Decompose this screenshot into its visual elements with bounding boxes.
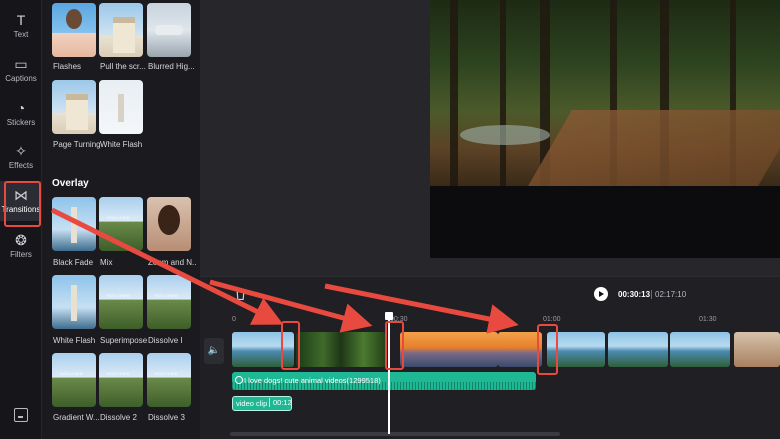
text-clip[interactable]: video clip 00:12 (232, 396, 292, 411)
video-clip-sunset[interactable] (400, 332, 498, 367)
audio-clip-label: I love dogs! cute animal videos(1299518) (244, 376, 381, 385)
tile-label: Dissolve I (148, 336, 183, 345)
filters-icon: ❂ (15, 232, 27, 248)
video-clip-sunset-2[interactable] (498, 332, 542, 367)
tile-label: Dissolve 3 (148, 413, 185, 422)
volume-icon[interactable]: 🔈 (204, 338, 224, 364)
tile-label: Dissolve 2 (100, 413, 137, 422)
video-clip-sea-3[interactable] (608, 332, 668, 367)
tile-label: Blurred Hig... (148, 62, 195, 71)
transition-tile-black-fade[interactable] (52, 197, 96, 251)
rail-item-label: Captions (5, 74, 37, 83)
rail-item-effects[interactable]: ✧ Effects (0, 137, 42, 177)
transitions-panel: Flashes Pull the scr... Blurred Hig... P… (42, 0, 200, 439)
transition-tile-superimpose[interactable] (99, 275, 143, 329)
video-preview[interactable] (430, 0, 780, 258)
current-time: 00:30:13 (618, 290, 651, 299)
tile-label: Flashes (53, 62, 82, 71)
rail-item-stickers[interactable]: ◔ Stickers (0, 94, 42, 134)
transition-tile-white-flash-overlay[interactable] (52, 275, 96, 329)
transition-tile-zoom[interactable] (147, 197, 191, 251)
rail-item-captions[interactable]: ▭ Captions (0, 50, 42, 90)
rail-item-label: Stickers (6, 118, 36, 127)
captions-icon: ▭ (14, 56, 28, 72)
tile-label: White Flash (100, 140, 143, 149)
rail-item-label: Effects (8, 161, 34, 170)
text-clip-label: video clip (236, 399, 268, 408)
transition-tile-dissolve-3[interactable] (147, 353, 191, 407)
tile-label: Zoom and N... (148, 258, 196, 267)
ruler-tick-label: 01:00 (543, 316, 561, 323)
text-clip-duration: 00:12 (269, 398, 292, 407)
play-button[interactable] (594, 287, 608, 301)
transition-tile-pull[interactable] (99, 3, 143, 57)
highlight-transition-slot-2 (385, 321, 404, 370)
keyboard-shortcut-icon[interactable] (14, 408, 28, 422)
timeline-scrollbar[interactable] (230, 432, 560, 436)
transition-tile-mix[interactable] (99, 197, 143, 251)
transition-tile-page-turning[interactable] (52, 80, 96, 134)
rail-item-label: Filters (10, 250, 32, 259)
video-clip-dog[interactable] (734, 332, 780, 367)
highlight-transitions (4, 181, 41, 227)
video-clip-forest[interactable] (296, 332, 386, 367)
rail-item-text[interactable]: T Text (0, 6, 42, 46)
rail-item-filters[interactable]: ❂ Filters (0, 226, 42, 266)
transition-tile-dissolve-2[interactable] (99, 353, 143, 407)
ruler-tick-label: 0 (232, 316, 236, 323)
total-time: 02:17:10 (655, 290, 687, 299)
stickers-icon: ◔ (16, 100, 26, 116)
highlight-transition-slot-3 (537, 324, 558, 375)
audio-icon (235, 376, 243, 384)
rail-item-label: Text (13, 30, 29, 39)
transition-tile-white-flash[interactable] (99, 80, 143, 134)
effects-icon: ✧ (15, 143, 27, 159)
tile-label: Mix (100, 258, 113, 267)
tile-label: Black Fade (53, 258, 94, 267)
tile-label: White Flash (53, 336, 96, 345)
preview-frame (430, 0, 780, 186)
tile-label: Superimpose (100, 336, 148, 345)
section-title-overlay: Overlay (52, 178, 89, 189)
ruler-tick-label: 01:30 (699, 316, 717, 323)
time-divider (651, 290, 652, 299)
tile-label: Pull the scr... (100, 62, 146, 71)
tile-label: Page Turning (53, 140, 101, 149)
transition-tile-flashes[interactable] (52, 3, 96, 57)
trash-icon[interactable] (235, 288, 246, 300)
highlight-transition-slot-1 (281, 321, 300, 370)
transition-tile-gradient[interactable] (52, 353, 96, 407)
transition-tile-dissolve-1[interactable] (147, 275, 191, 329)
audio-clip[interactable]: I love dogs! cute animal videos(1299518) (232, 372, 536, 390)
tile-label: Gradient W... (53, 413, 100, 422)
transition-tile-blurred[interactable] (147, 3, 191, 57)
text-icon: T (16, 12, 26, 28)
video-clip-sea-4[interactable] (670, 332, 730, 367)
